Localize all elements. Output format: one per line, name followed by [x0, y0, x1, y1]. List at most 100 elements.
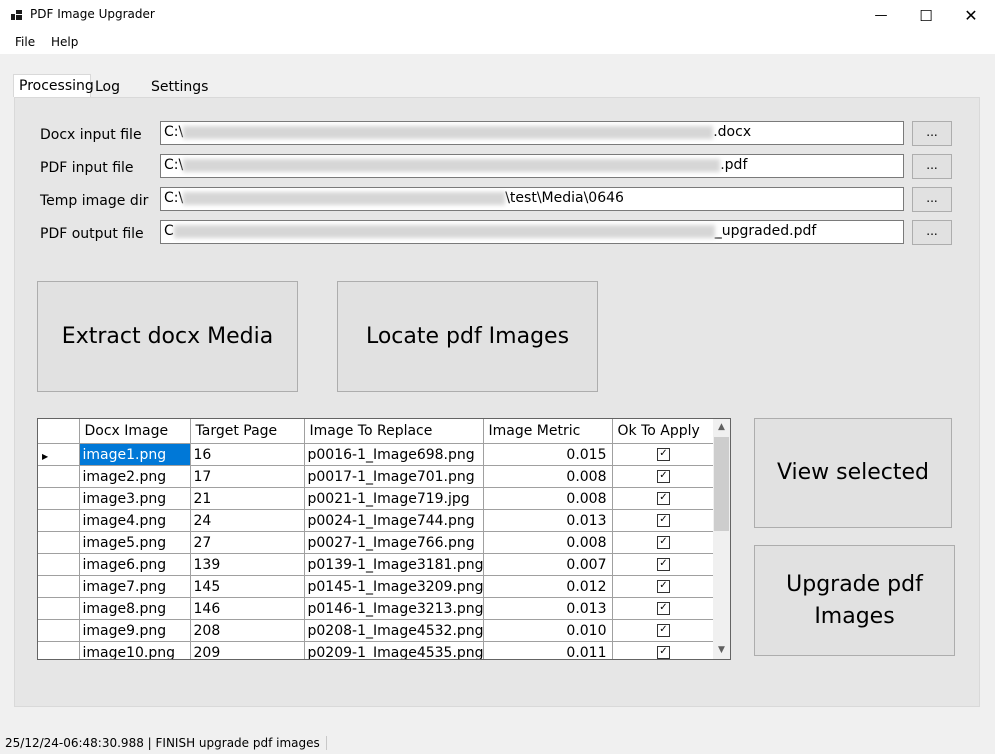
temp-dir-browse-button[interactable]: ... — [912, 187, 952, 212]
cell-image-metric[interactable]: 0.013 — [483, 509, 613, 532]
cell-ok-to-apply[interactable]: ✓ — [612, 509, 716, 532]
cell-docx-image[interactable]: image10.png — [79, 641, 191, 659]
cell-image-metric[interactable]: 0.012 — [483, 575, 613, 598]
cell-image-to-replace[interactable]: p0139-1_Image3181.png — [304, 553, 484, 576]
cell-docx-image[interactable]: image3.png — [79, 487, 191, 510]
cell-target-page[interactable]: 146 — [190, 597, 305, 620]
cell-ok-to-apply[interactable]: ✓ — [612, 597, 716, 620]
cell-docx-image[interactable]: image5.png — [79, 531, 191, 554]
cell-ok-to-apply[interactable]: ✓ — [612, 575, 716, 598]
cell-target-page[interactable]: 145 — [190, 575, 305, 598]
ok-checkbox[interactable]: ✓ — [657, 492, 670, 505]
cell-target-page[interactable]: 139 — [190, 553, 305, 576]
tab-settings[interactable]: Settings — [146, 76, 208, 99]
pdf-input-browse-button[interactable]: ... — [912, 154, 952, 179]
menu-file[interactable]: File — [15, 35, 35, 49]
table-row[interactable]: image5.png 27 p0027-1_Image766.png 0.008 ✓ — [38, 531, 716, 554]
cell-image-to-replace[interactable]: p0208-1_Image4532.png — [304, 619, 484, 642]
cell-docx-image[interactable]: image7.png — [79, 575, 191, 598]
docx-browse-button[interactable]: ... — [912, 121, 952, 146]
cell-docx-image[interactable]: image9.png — [79, 619, 191, 642]
column-header-target-page[interactable]: Target Page — [190, 419, 305, 444]
cell-docx-image[interactable]: image8.png — [79, 597, 191, 620]
row-header[interactable] — [38, 641, 80, 659]
upgrade-pdf-images-button[interactable]: Upgrade pdf Images — [754, 545, 955, 656]
table-row[interactable]: image2.png 17 p0017-1_Image701.png 0.008 ✓ — [38, 465, 716, 488]
cell-ok-to-apply[interactable]: ✓ — [612, 531, 716, 554]
ok-checkbox[interactable]: ✓ — [657, 448, 670, 461]
row-header[interactable] — [38, 487, 80, 510]
table-row[interactable]: image6.png 139 p0139-1_Image3181.png 0.007 ✓ — [38, 553, 716, 576]
ok-checkbox[interactable]: ✓ — [657, 580, 670, 593]
cell-docx-image[interactable]: image4.png — [79, 509, 191, 532]
cell-target-page[interactable]: 21 — [190, 487, 305, 510]
cell-target-page[interactable]: 27 — [190, 531, 305, 554]
ok-checkbox[interactable]: ✓ — [657, 514, 670, 527]
cell-target-page[interactable]: 24 — [190, 509, 305, 532]
cell-image-to-replace[interactable]: p0017-1_Image701.png — [304, 465, 484, 488]
ok-checkbox[interactable]: ✓ — [657, 558, 670, 571]
scroll-thumb[interactable] — [714, 437, 729, 531]
ok-checkbox[interactable]: ✓ — [657, 646, 670, 659]
minimize-button[interactable]: — — [858, 0, 904, 31]
cell-image-to-replace[interactable]: p0146-1_Image3213.png — [304, 597, 484, 620]
cell-target-page[interactable]: 16 — [190, 443, 305, 466]
ok-checkbox[interactable]: ✓ — [657, 470, 670, 483]
pdf-output-field[interactable]: C _upgraded.pdf — [160, 220, 904, 244]
cell-image-metric[interactable]: 0.010 — [483, 619, 613, 642]
table-row[interactable]: ▶ image1.png 16 p0016-1_Image698.png 0.015 ✓ — [38, 443, 716, 466]
row-header[interactable] — [38, 597, 80, 620]
cell-image-to-replace[interactable]: p0209-1_Image4535.png — [304, 641, 484, 659]
maximize-button[interactable]: ☐ — [903, 0, 949, 31]
cell-image-metric[interactable]: 0.015 — [483, 443, 613, 466]
cell-docx-image[interactable]: image2.png — [79, 465, 191, 488]
cell-image-metric[interactable]: 0.008 — [483, 465, 613, 488]
cell-ok-to-apply[interactable]: ✓ — [612, 487, 716, 510]
cell-ok-to-apply[interactable]: ✓ — [612, 641, 716, 659]
table-row[interactable]: image3.png 21 p0021-1_Image719.jpg 0.008 ✓ — [38, 487, 716, 510]
cell-image-to-replace[interactable]: p0027-1_Image766.png — [304, 531, 484, 554]
cell-docx-image[interactable]: image6.png — [79, 553, 191, 576]
column-header-ok-to-apply[interactable]: Ok To Apply — [612, 419, 716, 444]
column-header-docx-image[interactable]: Docx Image — [79, 419, 191, 444]
cell-image-to-replace[interactable]: p0016-1_Image698.png — [304, 443, 484, 466]
cell-image-to-replace[interactable]: p0145-1_Image3209.png — [304, 575, 484, 598]
cell-target-page[interactable]: 17 — [190, 465, 305, 488]
pdf-input-field[interactable]: C:\ .pdf — [160, 154, 904, 178]
cell-image-metric[interactable]: 0.007 — [483, 553, 613, 576]
extract-docx-media-button[interactable]: Extract docx Media — [37, 281, 298, 392]
pdf-output-browse-button[interactable]: ... — [912, 220, 952, 245]
table-row[interactable]: image7.png 145 p0145-1_Image3209.png 0.012 ✓ — [38, 575, 716, 598]
table-row[interactable]: image10.png 209 p0209-1_Image4535.png 0.011… — [38, 641, 716, 659]
close-button[interactable]: ✕ — [948, 0, 994, 31]
cell-image-metric[interactable]: 0.013 — [483, 597, 613, 620]
scroll-up-icon[interactable]: ▲ — [713, 419, 730, 436]
temp-dir-field[interactable]: C:\ \test\Media\0646 — [160, 187, 904, 211]
cell-image-to-replace[interactable]: p0021-1_Image719.jpg — [304, 487, 484, 510]
row-header[interactable] — [38, 619, 80, 642]
grid-scrollbar[interactable]: ▲ ▼ — [713, 419, 730, 659]
row-header[interactable] — [38, 531, 80, 554]
ok-checkbox[interactable]: ✓ — [657, 602, 670, 615]
row-header[interactable]: ▶ — [38, 443, 80, 466]
scroll-down-icon[interactable]: ▼ — [713, 642, 730, 659]
ok-checkbox[interactable]: ✓ — [657, 624, 670, 637]
cell-image-metric[interactable]: 0.008 — [483, 487, 613, 510]
menu-help[interactable]: Help — [51, 35, 78, 49]
row-header[interactable] — [38, 465, 80, 488]
cell-ok-to-apply[interactable]: ✓ — [612, 553, 716, 576]
cell-target-page[interactable]: 208 — [190, 619, 305, 642]
row-header[interactable] — [38, 575, 80, 598]
cell-ok-to-apply[interactable]: ✓ — [612, 443, 716, 466]
ok-checkbox[interactable]: ✓ — [657, 536, 670, 549]
row-header[interactable] — [38, 509, 80, 532]
table-row[interactable]: image9.png 208 p0208-1_Image4532.png 0.010 ✓ — [38, 619, 716, 642]
cell-target-page[interactable]: 209 — [190, 641, 305, 659]
cell-image-metric[interactable]: 0.008 — [483, 531, 613, 554]
table-row[interactable]: image4.png 24 p0024-1_Image744.png 0.013 ✓ — [38, 509, 716, 532]
tab-processing[interactable]: Processing — [13, 74, 94, 97]
cell-image-metric[interactable]: 0.011 — [483, 641, 613, 659]
cell-ok-to-apply[interactable]: ✓ — [612, 619, 716, 642]
cell-docx-image[interactable]: image1.png — [79, 443, 191, 466]
cell-ok-to-apply[interactable]: ✓ — [612, 465, 716, 488]
